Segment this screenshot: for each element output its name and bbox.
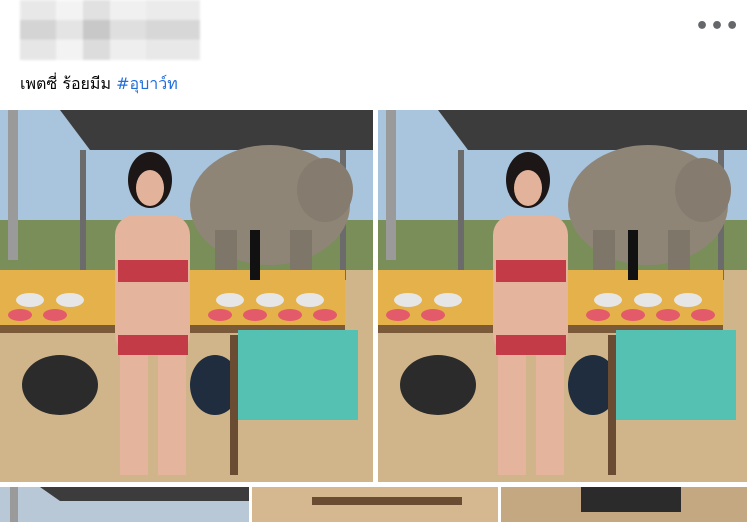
post-caption: เพตซี่ ร้อยมีม #อุบาว์ท xyxy=(20,72,178,93)
blurred-author-avatar[interactable] xyxy=(20,0,200,60)
post-photo-3[interactable] xyxy=(0,487,249,522)
post-header: ••• xyxy=(0,0,747,70)
post-photo-4[interactable] xyxy=(252,487,498,522)
caption-text: เพตซี่ ร้อยมีม xyxy=(20,74,117,93)
post-photo-2[interactable] xyxy=(378,110,747,482)
post-photo-5[interactable] xyxy=(501,487,747,522)
more-options-icon[interactable]: ••• xyxy=(695,16,739,38)
post-photo-1[interactable] xyxy=(0,110,373,482)
caption-hashtag[interactable]: #อุบาว์ท xyxy=(116,74,178,93)
